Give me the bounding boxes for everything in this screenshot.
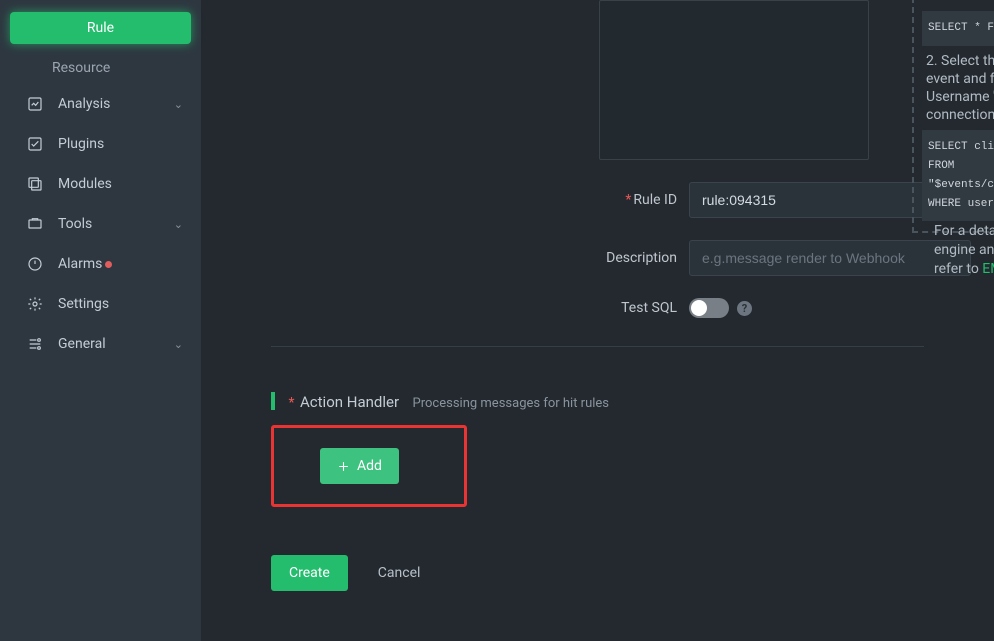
chevron-down-icon: ⌄ <box>174 98 183 111</box>
sidebar-item-label: Modules <box>58 176 112 192</box>
sidebar-item-tools[interactable]: Tools ⌄ <box>0 204 201 244</box>
guide-step2: 2. Select the client connected event and… <box>926 52 994 125</box>
general-icon <box>26 335 44 353</box>
plus-icon <box>337 460 350 473</box>
tools-icon <box>26 215 44 233</box>
add-action-button[interactable]: Add <box>320 448 399 484</box>
sidebar-item-alarms[interactable]: Alarms <box>0 244 201 284</box>
chevron-down-icon: ⌄ <box>174 218 183 231</box>
sidebar-item-general[interactable]: General ⌄ <box>0 324 201 364</box>
sidebar-item-label: Analysis <box>58 96 110 112</box>
action-add-highlight: Add <box>271 425 467 507</box>
help-icon[interactable]: ? <box>737 301 752 316</box>
code-block-1: SELECT * FROM "t/#" <box>922 11 994 46</box>
sidebar: Rule Resource Analysis ⌄ Plugins Modules… <box>0 0 201 641</box>
chevron-down-icon: ⌄ <box>174 338 183 351</box>
sidebar-item-modules[interactable]: Modules <box>0 164 201 204</box>
divider <box>271 346 924 347</box>
sidebar-item-label: Tools <box>58 216 92 232</box>
test-sql-label: Test SQL <box>301 300 689 316</box>
main-content: *Rule ID Description Test SQL ? <box>201 0 994 641</box>
description-input[interactable] <box>689 240 971 276</box>
sidebar-item-settings[interactable]: Settings <box>0 284 201 324</box>
sidebar-item-label: General <box>58 336 106 352</box>
sidebar-item-analysis[interactable]: Analysis ⌄ <box>0 84 201 124</box>
sidebar-item-label: Settings <box>58 296 109 312</box>
modules-icon <box>26 175 44 193</box>
analysis-icon <box>26 95 44 113</box>
create-button[interactable]: Create <box>271 555 348 591</box>
cancel-button[interactable]: Cancel <box>378 565 421 581</box>
sidebar-item-label: Alarms <box>58 256 102 272</box>
description-label: Description <box>301 250 689 266</box>
sidebar-item-label: Plugins <box>58 136 104 152</box>
guide-panel: SELECT * FROM "t/#" 2. Select the client… <box>912 0 994 233</box>
sidebar-item-plugins[interactable]: Plugins <box>0 124 201 164</box>
settings-icon <box>26 295 44 313</box>
action-handler-header: * Action Handler Processing messages for… <box>271 392 994 411</box>
rule-button[interactable]: Rule <box>10 12 191 44</box>
alarm-dot-indicator <box>105 261 112 268</box>
sql-editor[interactable] <box>599 0 869 160</box>
guide-footer: For a detailed tutorial on the rule engi… <box>934 222 994 279</box>
rule-id-label: *Rule ID <box>301 192 689 208</box>
plugins-icon <box>26 135 44 153</box>
test-sql-toggle[interactable] <box>689 298 729 318</box>
emqx-doc-link[interactable]: EMQX Documentation <box>982 261 994 277</box>
alarms-icon <box>26 255 44 273</box>
section-bar <box>271 392 275 410</box>
code-block-2: SELECT clientid, connected_at FROM "$eve… <box>922 130 994 221</box>
sidebar-item-resource[interactable]: Resource <box>0 52 201 84</box>
